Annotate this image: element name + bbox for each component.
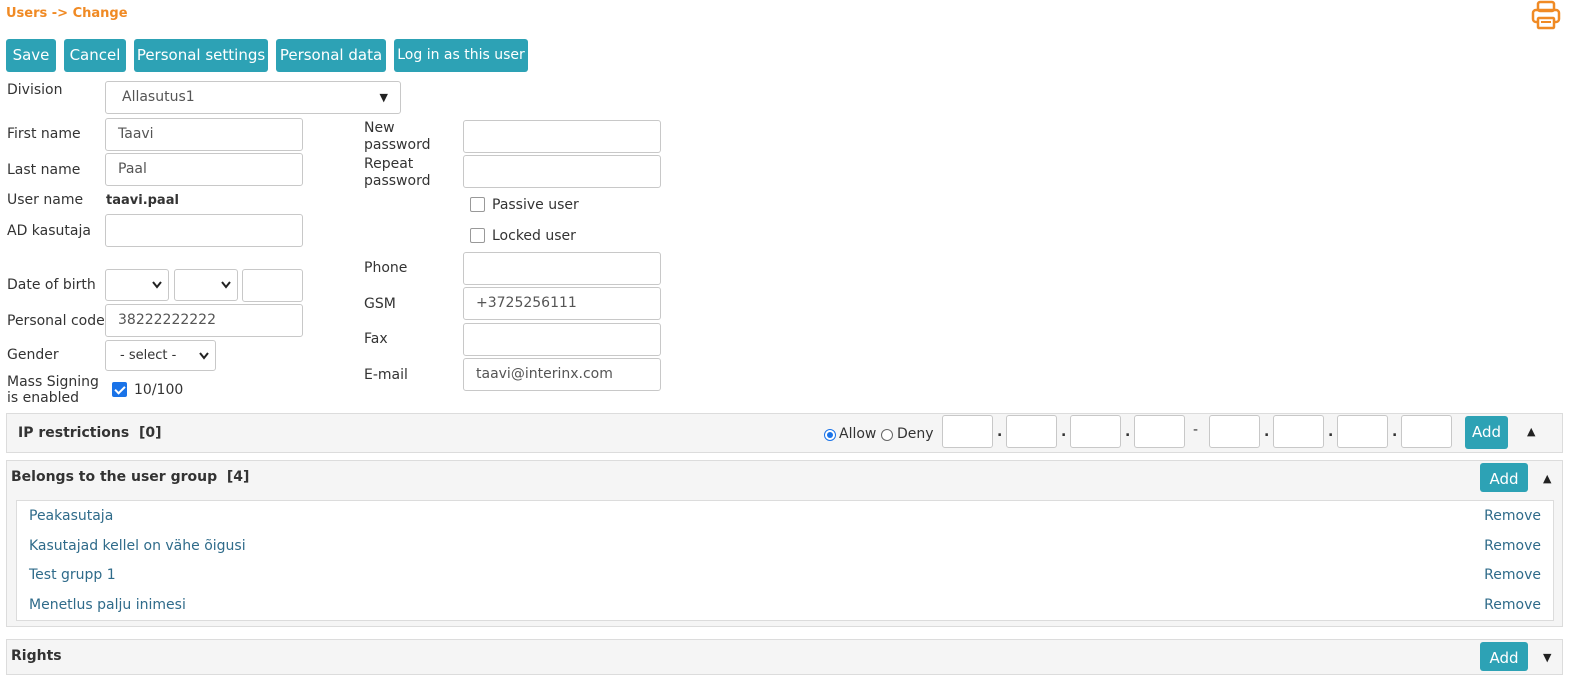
user-name-label: User name	[7, 192, 84, 208]
list-item[interactable]: Peakasutaja	[29, 508, 113, 524]
fax-field[interactable]	[463, 323, 661, 356]
email-field[interactable]: taavi@interinx.com	[463, 358, 661, 391]
chevron-down-icon	[199, 352, 209, 360]
rights-title: Rights	[11, 648, 62, 664]
allow-label: Allow	[839, 426, 877, 442]
list-item[interactable]: Kasutajad kellel on vähe õigusi	[29, 538, 246, 554]
passive-user-checkbox[interactable]	[470, 197, 485, 212]
personal-settings-button[interactable]: Personal settings	[134, 39, 268, 72]
ip-from-octet-3[interactable]	[1070, 415, 1121, 448]
ip-to-octet-1[interactable]	[1209, 415, 1260, 448]
gsm-field[interactable]: +3725256111	[463, 287, 661, 320]
personal-data-button[interactable]: Personal data	[276, 39, 386, 72]
ip-to-octet-4[interactable]	[1401, 415, 1452, 448]
printer-icon[interactable]	[1530, 0, 1562, 30]
mass-signing-label-line1: Mass Signing	[7, 374, 99, 390]
user-groups-list: Peakasutaja Remove Kasutajad kellel on v…	[16, 500, 1554, 621]
ip-to-octet-2[interactable]	[1273, 415, 1324, 448]
gender-select[interactable]: - select -	[105, 340, 216, 371]
personal-code-field[interactable]: 38222222222	[105, 304, 303, 337]
ip-dot: .	[1392, 424, 1398, 440]
locked-user-label: Locked user	[492, 228, 576, 244]
locked-user-checkbox[interactable]	[470, 228, 485, 243]
user-groups-count: [4]	[226, 469, 250, 485]
ip-add-button[interactable]: Add	[1465, 416, 1508, 449]
ip-dot: .	[1328, 424, 1334, 440]
mass-signing-label-line2: is enabled	[7, 390, 79, 406]
breadcrumb[interactable]: Users -> Change	[6, 6, 128, 21]
passive-user-label: Passive user	[492, 197, 579, 213]
rights-add-button[interactable]: Add	[1480, 642, 1528, 671]
ip-range-dash: -	[1193, 422, 1199, 438]
gender-value: - select -	[120, 348, 177, 363]
first-name-label: First name	[7, 126, 81, 142]
ip-from-octet-4[interactable]	[1134, 415, 1185, 448]
allow-radio[interactable]	[824, 429, 836, 441]
division-select[interactable]: Allasutus1 ▼	[105, 81, 401, 114]
new-password-label-line2: password	[364, 137, 431, 153]
ad-kasutaja-label: AD kasutaja	[7, 223, 91, 239]
last-name-field[interactable]: Paal	[105, 153, 303, 186]
division-value: Allasutus1	[122, 89, 195, 105]
save-button[interactable]: Save	[6, 39, 56, 72]
gsm-label: GSM	[364, 296, 396, 312]
personal-code-label: Personal code	[7, 313, 105, 329]
collapse-arrow-up-icon[interactable]: ▲	[1543, 472, 1551, 485]
cancel-button[interactable]: Cancel	[64, 39, 126, 72]
date-of-birth-label: Date of birth	[7, 277, 96, 293]
deny-label: Deny	[897, 426, 934, 442]
user-groups-add-button[interactable]: Add	[1480, 463, 1528, 492]
ad-kasutaja-field[interactable]	[105, 214, 303, 247]
last-name-label: Last name	[7, 162, 81, 178]
deny-radio[interactable]	[881, 429, 893, 441]
ip-from-octet-2[interactable]	[1006, 415, 1057, 448]
email-label: E-mail	[364, 367, 408, 383]
rights-panel	[6, 639, 1563, 675]
ip-dot: .	[1125, 424, 1131, 440]
expand-arrow-down-icon[interactable]: ▼	[1543, 651, 1551, 664]
dob-year-field[interactable]	[242, 269, 303, 302]
ip-restrictions-title: IP restrictions [0]	[18, 425, 162, 441]
ip-to-octet-3[interactable]	[1337, 415, 1388, 448]
chevron-down-icon	[221, 281, 231, 289]
dob-month-select[interactable]	[174, 269, 238, 301]
mass-signing-value: 10/100	[134, 382, 184, 398]
ip-from-octet-1[interactable]	[942, 415, 993, 448]
phone-field[interactable]	[463, 252, 661, 285]
remove-link[interactable]: Remove	[1484, 597, 1541, 613]
list-item[interactable]: Test grupp 1	[29, 567, 116, 583]
chevron-down-icon	[152, 281, 162, 289]
fax-label: Fax	[364, 331, 388, 347]
collapse-arrow-up-icon[interactable]: ▲	[1527, 425, 1535, 438]
list-item[interactable]: Menetlus palju inimesi	[29, 597, 186, 613]
user-name-value: taavi.paal	[106, 193, 179, 208]
dropdown-caret-icon: ▼	[379, 91, 388, 104]
dob-day-select[interactable]	[105, 269, 169, 301]
division-label: Division	[7, 82, 63, 98]
first-name-field[interactable]: Taavi	[105, 118, 303, 151]
ip-dot: .	[1264, 424, 1270, 440]
repeat-password-label-line2: password	[364, 173, 431, 189]
ip-dot: .	[997, 424, 1003, 440]
remove-link[interactable]: Remove	[1484, 508, 1541, 524]
ip-restrictions-count: [0]	[138, 425, 162, 441]
phone-label: Phone	[364, 260, 408, 276]
remove-link[interactable]: Remove	[1484, 538, 1541, 554]
mass-signing-checkbox[interactable]	[112, 382, 127, 397]
ip-dot: .	[1061, 424, 1067, 440]
user-groups-title: Belongs to the user group [4]	[11, 469, 250, 485]
new-password-field[interactable]	[463, 120, 661, 153]
new-password-label-line1: New	[364, 120, 395, 136]
login-as-user-button[interactable]: Log in as this user	[394, 39, 528, 72]
remove-link[interactable]: Remove	[1484, 567, 1541, 583]
repeat-password-label-line1: Repeat	[364, 156, 414, 172]
gender-label: Gender	[7, 347, 59, 363]
repeat-password-field[interactable]	[463, 155, 661, 188]
